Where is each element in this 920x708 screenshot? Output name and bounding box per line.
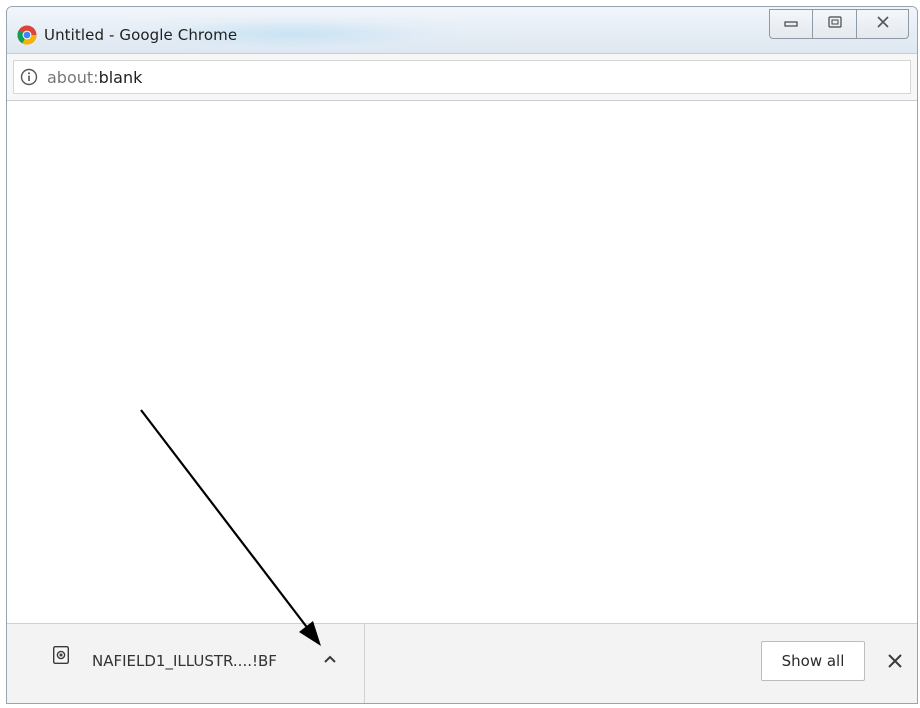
- minimize-icon: [784, 15, 798, 33]
- maximize-button[interactable]: [813, 9, 857, 39]
- url-scheme: about:: [47, 68, 99, 87]
- minimize-button[interactable]: [769, 9, 813, 39]
- show-all-button[interactable]: Show all: [761, 641, 865, 681]
- download-menu-button[interactable]: [319, 648, 341, 670]
- close-icon: [888, 654, 902, 668]
- close-icon: [876, 15, 890, 33]
- download-shelf: NAFIELD1_ILLUSTR....!BF Show all: [7, 623, 917, 703]
- close-window-button[interactable]: [857, 9, 909, 39]
- title-bar[interactable]: Untitled - Google Chrome: [7, 7, 917, 53]
- browser-window: Untitled - Google Chrome about:blank NAF…: [6, 6, 918, 704]
- page-content[interactable]: [7, 101, 917, 623]
- download-file-name: NAFIELD1_ILLUSTR....!BF: [92, 652, 277, 670]
- close-download-bar-button[interactable]: [885, 651, 905, 671]
- maximize-icon: [827, 15, 842, 33]
- url-host: blank: [98, 68, 143, 87]
- url-text[interactable]: about:blank: [47, 68, 142, 87]
- chevron-up-icon: [324, 655, 336, 663]
- address-bar[interactable]: about:blank: [13, 60, 911, 94]
- info-icon[interactable]: [20, 68, 38, 86]
- download-item[interactable]: NAFIELD1_ILLUSTR....!BF: [7, 624, 365, 703]
- window-title: Untitled - Google Chrome: [44, 26, 238, 44]
- window-controls: [769, 9, 909, 43]
- chrome-icon: [17, 25, 37, 45]
- file-icon: [52, 645, 70, 665]
- toolbar: about:blank: [7, 53, 917, 101]
